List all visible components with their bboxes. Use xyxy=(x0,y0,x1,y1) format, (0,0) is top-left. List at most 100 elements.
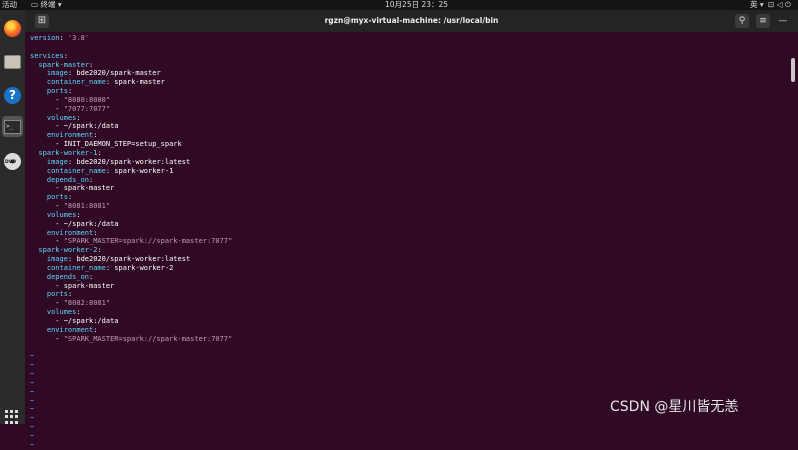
editor-line: - INIT_DAEMON_STEP=setup_spark xyxy=(30,140,790,149)
system-menu[interactable]: ⊡ ◁ ⏻ xyxy=(768,0,791,10)
yaml-text: - ~/spark:/data xyxy=(30,122,119,131)
yaml-text: - xyxy=(30,237,64,246)
yaml-text: : xyxy=(63,51,68,60)
chevron-down-icon: ▾ xyxy=(757,0,764,9)
empty-line-marker: ~ xyxy=(30,361,35,370)
yaml-text: - INIT_DAEMON_STEP=setup_spark xyxy=(30,140,182,149)
editor-line: spark-worker-2: xyxy=(30,246,790,255)
yaml-text: : xyxy=(93,131,98,140)
clock[interactable]: 10月25日 23：25 xyxy=(385,0,448,10)
dvd-icon: DVD xyxy=(4,153,21,170)
editor-line: depends_on: xyxy=(30,176,790,185)
empty-line-marker: ~ xyxy=(30,431,35,440)
editor-line: ports: xyxy=(30,290,790,299)
terminal-header-bar: rgzn@myx-virtual-machine: /usr/local/bin… xyxy=(25,10,798,32)
yaml-text: - ~/spark:/data xyxy=(30,317,119,325)
yaml-key: container_name xyxy=(30,78,106,87)
power-icon: ⏻ xyxy=(784,0,791,9)
editor-line: - "7077:7077" xyxy=(30,105,790,114)
yaml-key: environment xyxy=(30,228,94,237)
yaml-key: container_name xyxy=(30,166,106,175)
dock-firefox[interactable] xyxy=(2,18,23,39)
activities-button[interactable]: 活动 xyxy=(2,0,17,10)
editor-line: - spark-master xyxy=(30,282,790,291)
editor-line: depends_on: xyxy=(30,273,790,282)
yaml-text: : bde2020/spark-worker:latest xyxy=(67,157,191,166)
yaml-text: : xyxy=(89,175,94,184)
yaml-text: - xyxy=(30,104,64,113)
empty-line-marker: ~ xyxy=(30,378,35,387)
hamburger-menu-icon[interactable]: ≡ xyxy=(756,14,770,28)
app-menu-terminal[interactable]: ▭ 终端 ▾ xyxy=(31,0,62,10)
yaml-string: "7077:7077" xyxy=(63,104,111,113)
yaml-string: "SPARK_MASTER=spark://spark-master:7077" xyxy=(63,237,233,246)
terminal-icon: >_ xyxy=(4,119,21,134)
editor-line: container_name: spark-worker-2 xyxy=(30,264,790,273)
yaml-text: - ~/spark:/data xyxy=(30,219,119,228)
editor-line: - "SPARK_MASTER=spark://spark-master:707… xyxy=(30,335,790,344)
empty-line-marker: ~ xyxy=(30,414,35,423)
editor-line: version: '3.8' xyxy=(30,34,790,43)
dock-help[interactable]: ? xyxy=(2,85,23,106)
editor-line: image: bde2020/spark-master xyxy=(30,69,790,78)
editor-line: - ~/spark:/data xyxy=(30,317,790,326)
editor-line: - ~/spark:/data xyxy=(30,122,790,131)
yaml-key: volumes xyxy=(30,308,77,317)
csdn-watermark: CSDN @星川皆无恙 xyxy=(610,399,739,415)
yaml-string: "8080:8080" xyxy=(63,95,111,104)
scrollbar[interactable] xyxy=(791,58,795,82)
volume-icon: ◁ xyxy=(776,0,785,9)
yaml-key: environment xyxy=(30,131,94,140)
editor-line: volumes: xyxy=(30,308,790,317)
yaml-text: - spark-master xyxy=(30,281,115,290)
show-apps-icon[interactable] xyxy=(5,410,19,424)
editor-line: environment: xyxy=(30,326,790,335)
yaml-string: "8082:8081" xyxy=(63,299,111,308)
dvd-label: DVD xyxy=(5,160,16,165)
dock: ? >_ DVD xyxy=(0,10,25,424)
input-language-indicator[interactable]: 英 ▾ xyxy=(750,0,764,10)
dock-dvd[interactable]: DVD xyxy=(2,151,23,172)
editor-line: ~ xyxy=(30,352,790,361)
minimize-icon[interactable]: — xyxy=(776,14,790,28)
yaml-text: : xyxy=(89,272,94,281)
yaml-key: ports xyxy=(30,87,68,96)
yaml-key: container_name xyxy=(30,263,106,272)
yaml-text: : spark-master xyxy=(105,78,165,87)
dock-terminal[interactable]: >_ xyxy=(2,116,23,137)
yaml-text: : xyxy=(59,34,68,42)
editor-line: ~ xyxy=(30,432,790,441)
search-icon[interactable]: ⚲ xyxy=(735,14,749,28)
yaml-text: : xyxy=(97,148,102,157)
empty-line-marker: ~ xyxy=(30,387,35,396)
editor-line: container_name: spark-worker-1 xyxy=(30,167,790,176)
editor-line: ports: xyxy=(30,87,790,96)
editor-line: ~ xyxy=(30,441,790,450)
yaml-key: volumes xyxy=(30,210,77,219)
empty-line-marker: ~ xyxy=(30,352,35,361)
input-language-label: 英 xyxy=(750,0,758,9)
yaml-key: image xyxy=(30,157,68,166)
chevron-down-icon: ▾ xyxy=(55,0,62,9)
yaml-key: environment xyxy=(30,325,94,334)
editor-line: ~ xyxy=(30,379,790,388)
yaml-text: : bde2020/spark-master xyxy=(67,69,161,78)
yaml-text: - xyxy=(30,95,64,104)
yaml-key: volumes xyxy=(30,113,77,122)
editor-line: - "8081:8081" xyxy=(30,202,790,211)
files-icon xyxy=(4,54,21,69)
system-top-bar: 活动 ▭ 终端 ▾ 10月25日 23：25 英 ▾ ⊡ ◁ ⏻ xyxy=(0,0,798,10)
yaml-text: : xyxy=(67,87,73,96)
dock-files[interactable] xyxy=(2,51,23,72)
yaml-text: : spark-worker-2 xyxy=(105,263,174,272)
editor-line: container_name: spark-master xyxy=(30,78,790,87)
new-tab-icon[interactable]: ⊞ xyxy=(35,14,49,28)
yaml-text: - xyxy=(30,202,64,211)
yaml-text: : spark-worker-1 xyxy=(105,166,174,175)
yaml-string: "SPARK_MASTER=spark://spark-master:7077" xyxy=(63,334,233,343)
editor-line: spark-worker-1: xyxy=(30,149,790,158)
yaml-key: ports xyxy=(30,290,68,299)
terminal-editor-content[interactable]: version: '3.8' services: spark-master: im… xyxy=(30,34,790,450)
editor-line: ~ xyxy=(30,423,790,432)
yaml-key: depends_on xyxy=(30,175,90,184)
